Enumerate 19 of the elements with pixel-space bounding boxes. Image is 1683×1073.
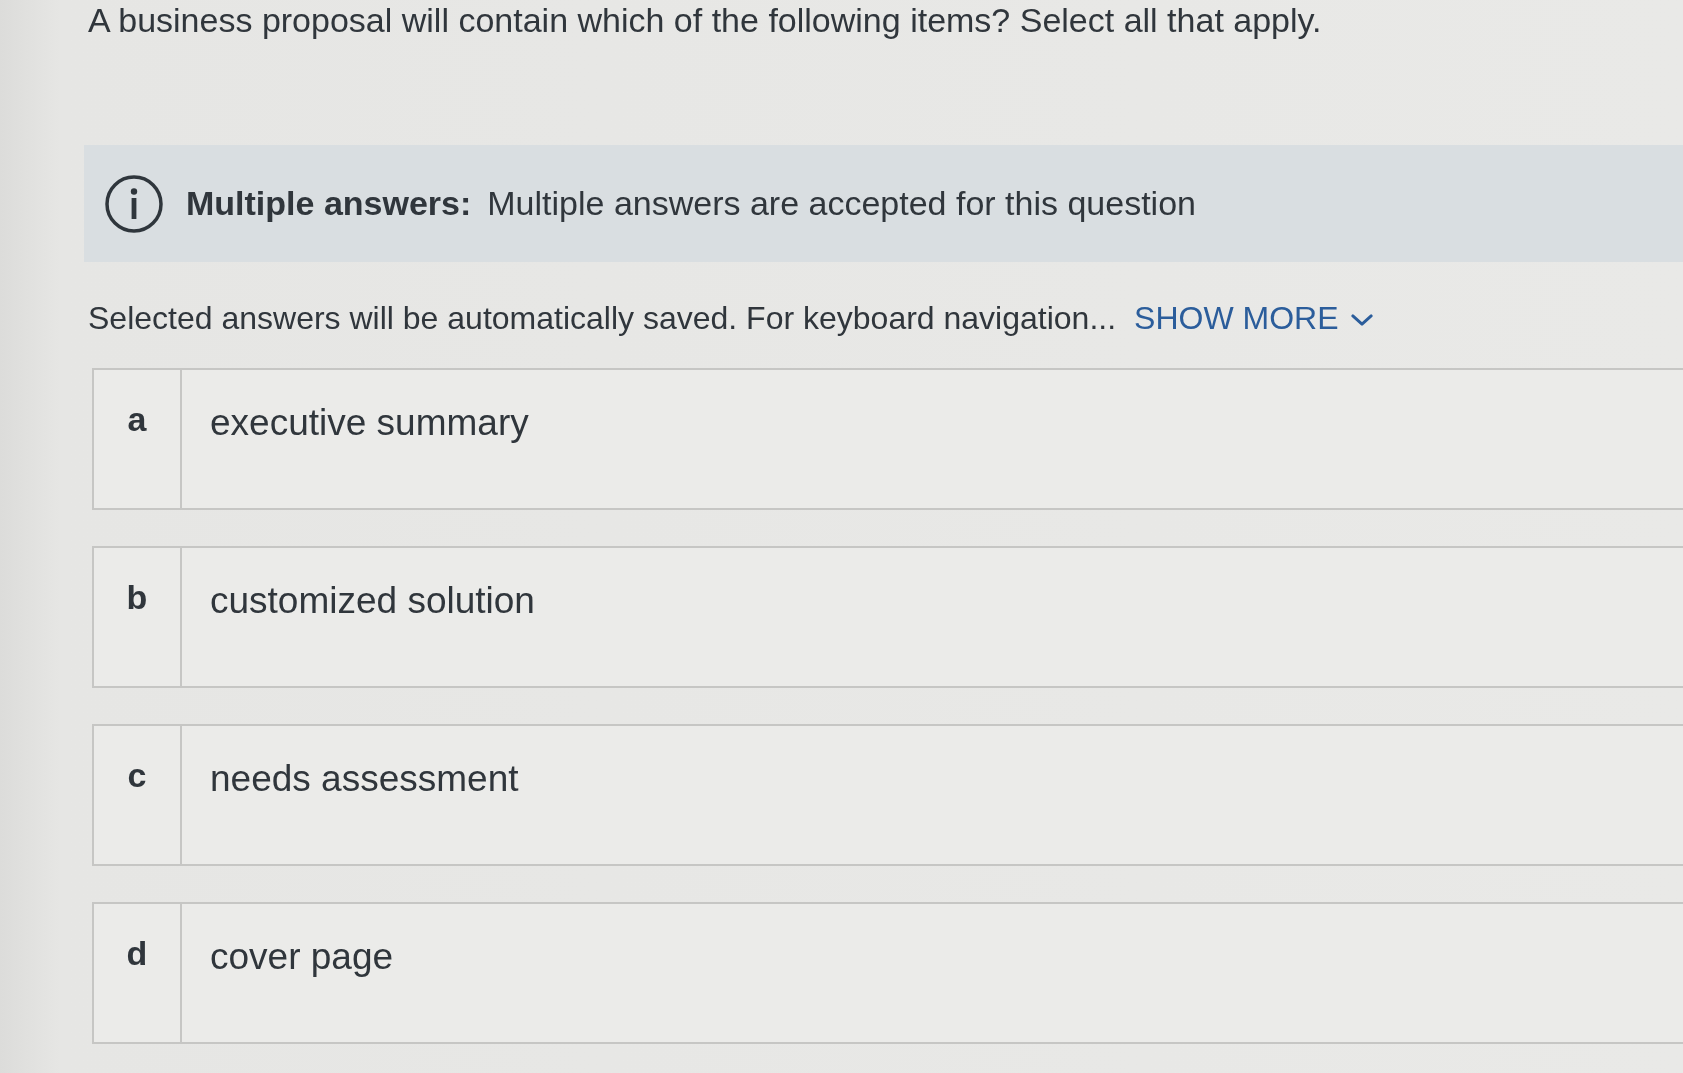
notice-label: Multiple answers: bbox=[186, 184, 472, 223]
option-text: executive summary bbox=[209, 401, 529, 445]
show-more-link[interactable]: SHOW MORE bbox=[1134, 299, 1373, 337]
option-letter: b bbox=[94, 548, 182, 686]
option-text: customized solution bbox=[209, 579, 535, 623]
option-text: cover page bbox=[209, 935, 394, 979]
instructions-text: Selected answers will be automatically saved. For keyboard navigation... bbox=[88, 299, 1117, 337]
chevron-down-icon bbox=[1350, 313, 1373, 327]
answer-option[interactable]: d cover page bbox=[92, 902, 1683, 1044]
info-icon bbox=[104, 173, 164, 234]
answer-option[interactable]: c needs assessment bbox=[92, 724, 1683, 866]
option-text: needs assessment bbox=[209, 757, 519, 801]
question-text: A business proposal will contain which of the following items? Select all that apply. bbox=[87, 0, 1322, 40]
notice-message: Multiple answers are accepted for this question bbox=[487, 184, 1196, 223]
option-letter: d bbox=[94, 904, 182, 1042]
answer-option[interactable]: a executive summary bbox=[92, 368, 1683, 510]
option-letter: c bbox=[94, 726, 182, 864]
answer-option[interactable]: b customized solution bbox=[92, 546, 1683, 688]
option-letter: a bbox=[94, 370, 182, 508]
